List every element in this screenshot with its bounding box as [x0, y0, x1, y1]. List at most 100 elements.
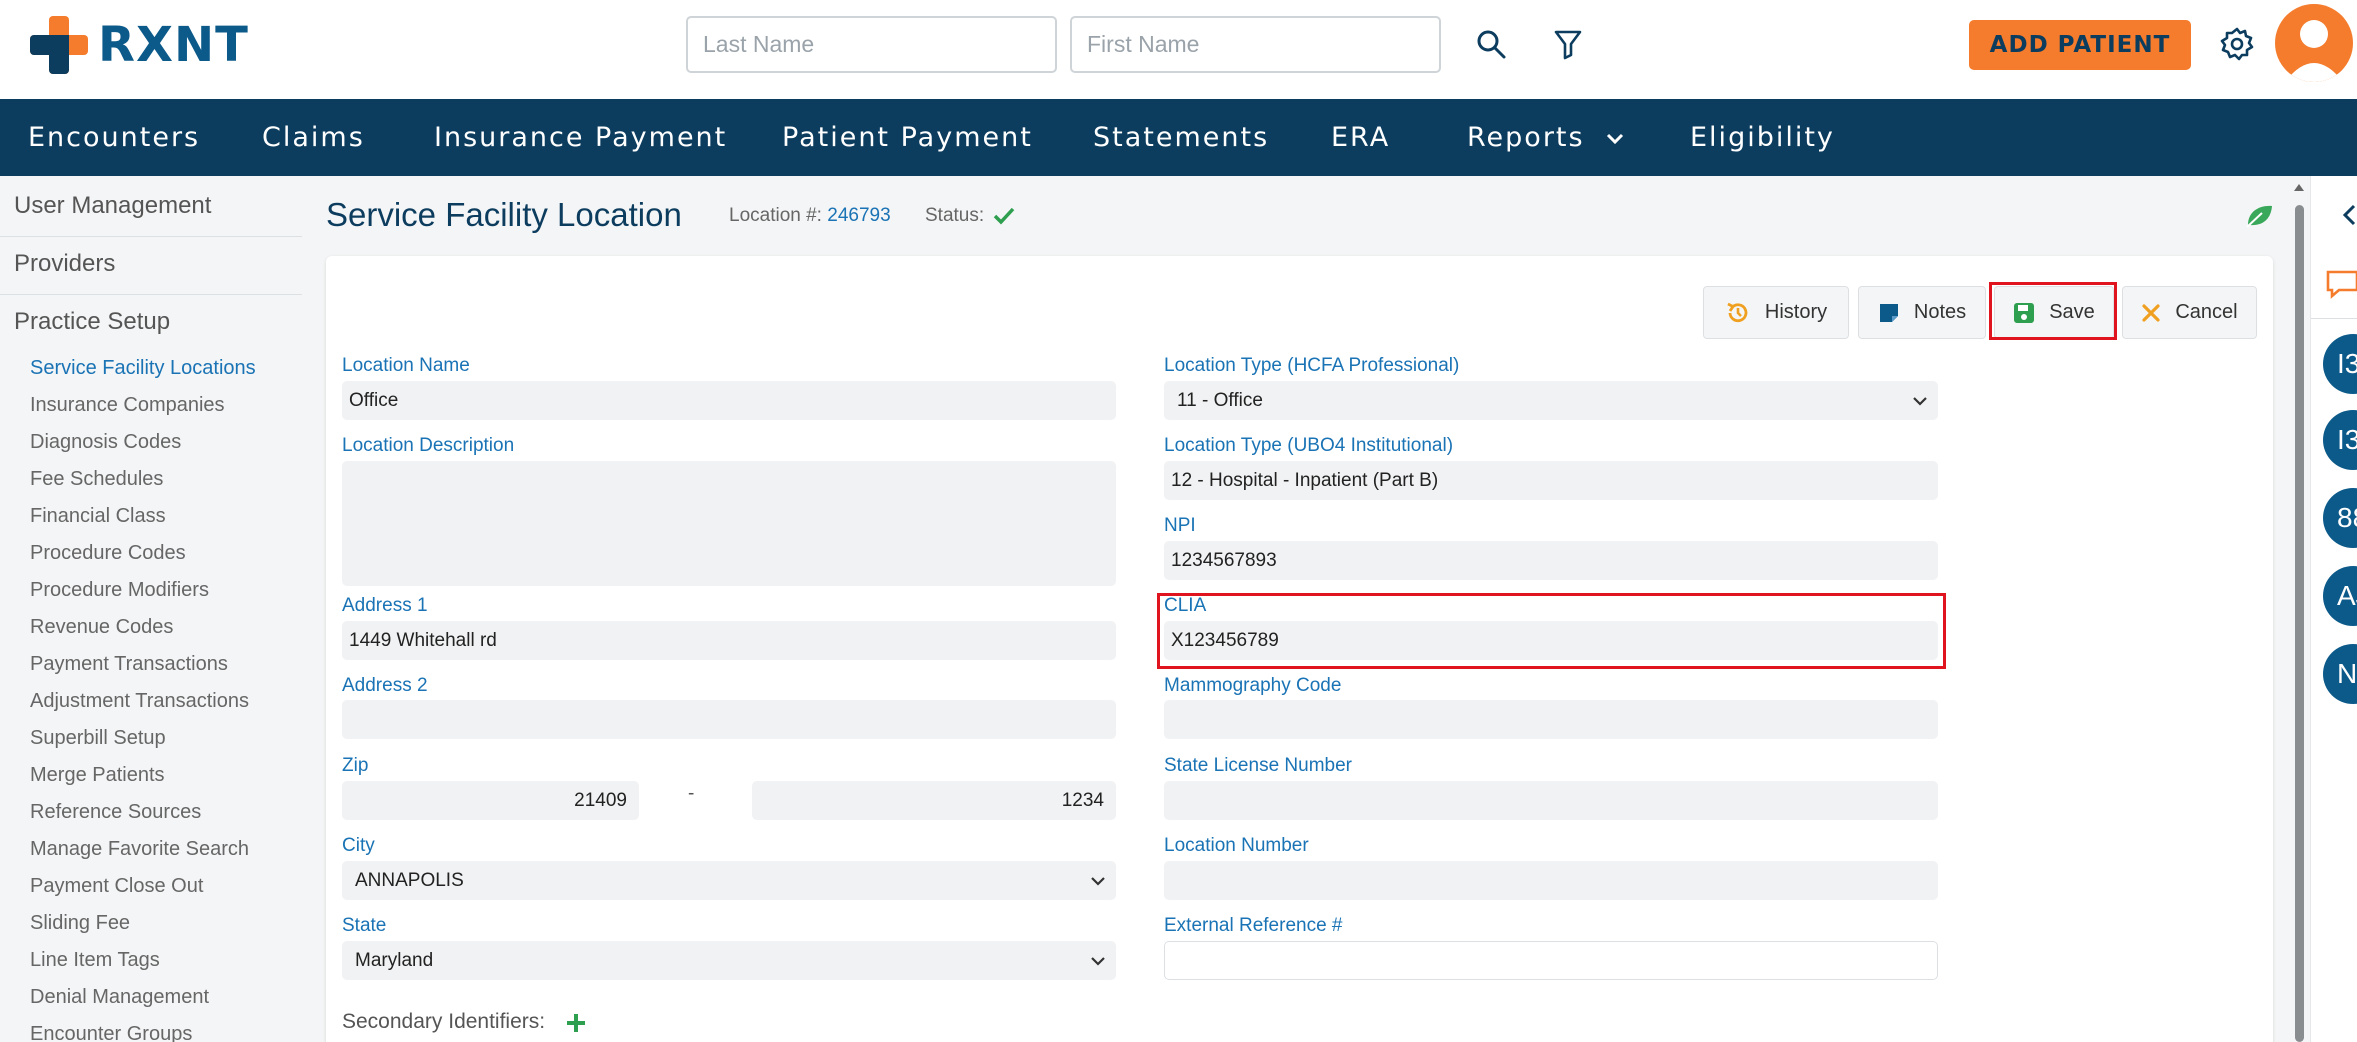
sidebar-item-manage-favorite-search[interactable]: Manage Favorite Search — [30, 838, 249, 861]
left-sidebar: User Management Providers Practice Setup… — [0, 176, 302, 1042]
state-label: State — [342, 915, 387, 936]
nav-eligibility[interactable]: Eligibility — [1690, 99, 1835, 176]
chat-icon[interactable] — [2325, 268, 2357, 300]
city-select[interactable]: ANNAPOLIS — [342, 861, 1116, 900]
secondary-identifiers-label: Secondary Identifiers: — [342, 1010, 545, 1034]
nav-encounters[interactable]: Encounters — [28, 99, 200, 176]
address2-field[interactable] — [342, 700, 1116, 739]
sidebar-item-payment-close-out[interactable]: Payment Close Out — [30, 875, 203, 898]
sidebar-item-procedure-modifiers[interactable]: Procedure Modifiers — [30, 579, 209, 602]
state-select-value: Maryland — [355, 949, 434, 971]
status-indicator: Status: — [925, 205, 1015, 227]
sidebar-item-denial-management[interactable]: Denial Management — [30, 986, 209, 1009]
location-name-field[interactable]: Office — [342, 381, 1116, 420]
sidebar-item-service-facility-locations[interactable]: Service Facility Locations — [30, 357, 256, 380]
address1-label: Address 1 — [342, 595, 428, 616]
sidebar-item-line-item-tags[interactable]: Line Item Tags — [30, 949, 160, 972]
sidebar-item-adjustment-transactions[interactable]: Adjustment Transactions — [30, 690, 249, 713]
status-label: Status: — [925, 205, 985, 226]
nav-statements[interactable]: Statements — [1093, 99, 1269, 176]
state-select[interactable]: Maryland — [342, 941, 1116, 980]
address2-label: Address 2 — [342, 675, 428, 696]
nav-reports[interactable]: Reports — [1467, 99, 1625, 176]
page-title: Service Facility Location — [326, 196, 682, 233]
chevron-down-icon — [1091, 876, 1105, 886]
nav-claims[interactable]: Claims — [262, 99, 365, 176]
user-avatar[interactable] — [2275, 4, 2353, 82]
first-name-input[interactable] — [1070, 16, 1441, 73]
location-number-field[interactable] — [1164, 861, 1938, 900]
location-type-hcfa-select[interactable]: 11 - Office — [1164, 381, 1938, 420]
add-plus-icon[interactable] — [565, 1012, 587, 1034]
cancel-button[interactable]: Cancel — [2122, 286, 2257, 339]
clia-field[interactable]: X123456789 — [1164, 621, 1938, 660]
location-number-value: 246793 — [827, 205, 891, 226]
scrollbar-thumb[interactable] — [2295, 205, 2304, 1042]
settings-gear-icon[interactable] — [2217, 24, 2257, 64]
scroll-up-arrow-icon[interactable] — [2293, 182, 2305, 192]
collapse-chevron-icon[interactable] — [2342, 204, 2357, 226]
notes-button[interactable]: Notes — [1858, 286, 1986, 339]
external-reference-field[interactable] — [1164, 941, 1938, 980]
chevron-down-icon — [1091, 956, 1105, 966]
filter-icon[interactable] — [1548, 24, 1588, 64]
external-reference-label: External Reference # — [1164, 915, 1343, 936]
cancel-button-label: Cancel — [2175, 301, 2238, 323]
zip-field[interactable]: 21409 — [342, 781, 639, 820]
location-type-ub04-field[interactable]: 12 - Hospital - Inpatient (Part B) — [1164, 461, 1938, 500]
nav-era[interactable]: ERA — [1331, 99, 1390, 176]
zip-extension-field[interactable]: 1234 — [752, 781, 1116, 820]
location-number: Location #: 246793 — [729, 205, 891, 227]
sidebar-item-fee-schedules[interactable]: Fee Schedules — [30, 468, 163, 491]
sidebar-item-reference-sources[interactable]: Reference Sources — [30, 801, 201, 824]
state-license-number-field[interactable] — [1164, 781, 1938, 820]
history-button-label: History — [1764, 301, 1828, 323]
divider — [2311, 318, 2357, 319]
save-button[interactable]: Save — [1994, 286, 2114, 339]
leaf-icon[interactable] — [2244, 203, 2274, 233]
location-description-field[interactable] — [342, 461, 1116, 586]
location-number-label: Location #: — [729, 205, 822, 226]
mammography-code-field[interactable] — [1164, 700, 1938, 739]
sidebar-section-providers[interactable]: Providers — [14, 250, 115, 278]
sidebar-item-financial-class[interactable]: Financial Class — [30, 505, 166, 528]
sidebar-item-diagnosis-codes[interactable]: Diagnosis Codes — [30, 431, 181, 454]
last-name-input[interactable] — [686, 16, 1057, 73]
top-header: RXNT ADD PATIENT — [0, 0, 2357, 99]
state-license-number-label: State License Number — [1164, 755, 1352, 776]
sidebar-item-revenue-codes[interactable]: Revenue Codes — [30, 616, 173, 639]
history-button[interactable]: History — [1703, 286, 1849, 339]
sidebar-section-practice-setup[interactable]: Practice Setup — [14, 308, 170, 336]
sidebar-item-sliding-fee[interactable]: Sliding Fee — [30, 912, 130, 935]
sidebar-item-procedure-codes[interactable]: Procedure Codes — [30, 542, 186, 565]
sidebar-item-encounter-groups[interactable]: Encounter Groups — [30, 1023, 192, 1042]
history-icon — [1727, 302, 1748, 322]
npi-field[interactable]: 1234567893 — [1164, 541, 1938, 580]
add-patient-button[interactable]: ADD PATIENT — [1969, 20, 2191, 70]
search-icon[interactable] — [1471, 24, 1511, 64]
nav-patient-payment[interactable]: Patient Payment — [782, 99, 1033, 176]
npi-label: NPI — [1164, 515, 1196, 536]
chevron-down-icon — [1913, 396, 1927, 406]
nav-reports-label: Reports — [1467, 122, 1585, 153]
main-nav: Encounters Claims Insurance Payment Pati… — [0, 99, 2357, 176]
sidebar-section-user-management[interactable]: User Management — [14, 192, 211, 220]
nav-insurance-payment[interactable]: Insurance Payment — [434, 99, 727, 176]
secondary-identifiers-text: Secondary Identifiers: — [342, 1010, 546, 1033]
chevron-down-icon — [1607, 133, 1624, 144]
save-icon — [2014, 302, 2035, 323]
close-icon — [2142, 303, 2160, 322]
sidebar-item-merge-patients[interactable]: Merge Patients — [30, 764, 165, 787]
sidebar-item-payment-transactions[interactable]: Payment Transactions — [30, 653, 228, 676]
zip-label: Zip — [342, 755, 369, 776]
rxnt-logo[interactable]: RXNT — [30, 14, 249, 76]
zip-separator: - — [688, 783, 695, 804]
sidebar-item-insurance-companies[interactable]: Insurance Companies — [30, 394, 225, 417]
address1-field[interactable]: 1449 Whitehall rd — [342, 621, 1116, 660]
sidebar-item-superbill-setup[interactable]: Superbill Setup — [30, 727, 166, 750]
divider — [0, 294, 302, 295]
location-description-label: Location Description — [342, 435, 515, 456]
logo-text: RXNT — [98, 17, 249, 73]
check-icon — [994, 207, 1015, 225]
city-label: City — [342, 835, 375, 856]
